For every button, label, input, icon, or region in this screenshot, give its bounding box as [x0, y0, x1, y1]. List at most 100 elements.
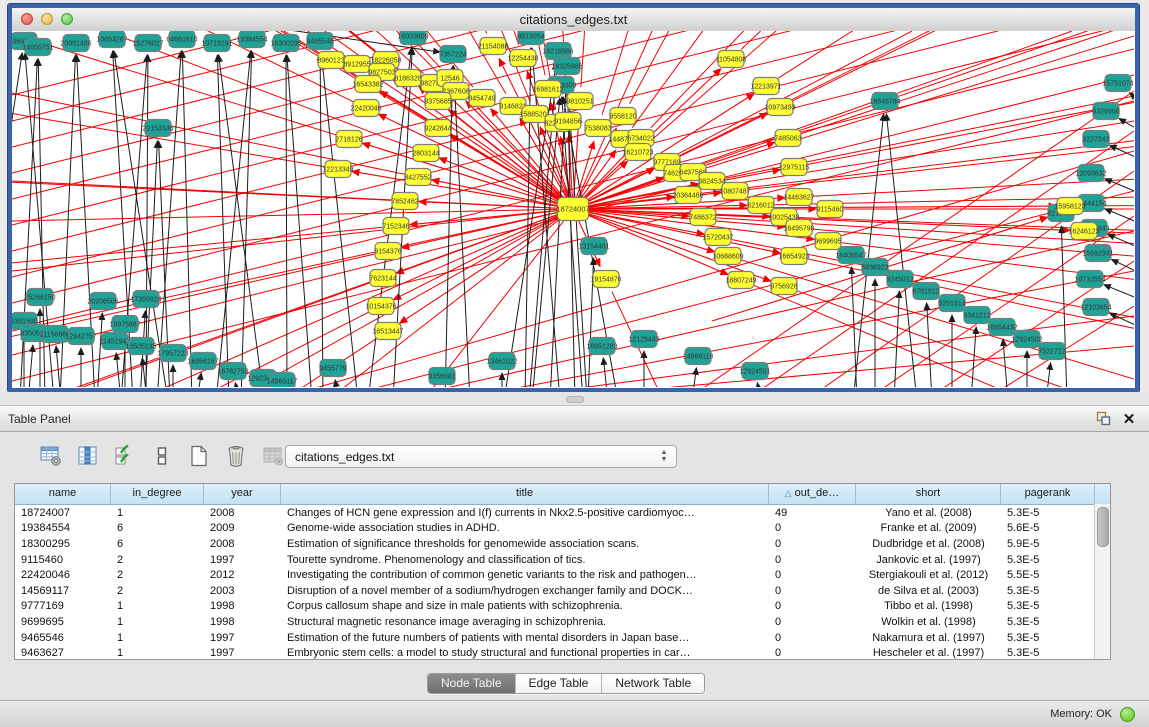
- graph-node[interactable]: 9341212: [963, 307, 990, 324]
- graph-node[interactable]: 15720437: [702, 229, 733, 246]
- graph-node[interactable]: 17359924: [130, 291, 161, 308]
- graph-node[interactable]: 14463627: [783, 189, 814, 206]
- graph-node[interactable]: 9699695: [814, 233, 841, 250]
- graph-node[interactable]: 14055751: [22, 39, 53, 56]
- graph-node[interactable]: 12942757: [65, 328, 96, 345]
- graph-node[interactable]: 19975887: [109, 316, 140, 333]
- graph-node[interactable]: 16513447: [372, 323, 403, 340]
- graph-node[interactable]: 18807249: [725, 272, 756, 289]
- graph-node[interactable]: 8186328: [394, 70, 421, 87]
- graph-node[interactable]: 64661610: [166, 31, 197, 48]
- graph-node[interactable]: 11054808: [716, 51, 747, 68]
- graph-node[interactable]: 12213971: [750, 78, 781, 95]
- table-settings-icon[interactable]: [38, 443, 64, 469]
- graph-node[interactable]: 12924501: [739, 363, 770, 380]
- graph-node[interactable]: 22420046: [350, 100, 381, 117]
- graph-node[interactable]: 8427552: [404, 169, 431, 186]
- graph-node[interactable]: 9245012: [886, 271, 913, 288]
- graph-node[interactable]: 8912955: [343, 56, 370, 73]
- graph-node[interactable]: 14569117: [267, 373, 298, 388]
- graph-node[interactable]: 12103654: [1080, 299, 1111, 316]
- graph-node[interactable]: 7852462: [391, 193, 418, 210]
- column-header-short[interactable]: short: [856, 484, 1001, 504]
- graph-node[interactable]: 7538083: [584, 120, 611, 137]
- graph-node[interactable]: 20153346: [142, 120, 173, 137]
- table-vertical-scrollbar[interactable]: [1094, 504, 1110, 659]
- graph-node[interactable]: 9242844: [424, 120, 451, 137]
- graph-node[interactable]: 16033809: [397, 31, 428, 45]
- graph-node[interactable]: 20364486: [672, 187, 703, 204]
- float-panel-icon[interactable]: [1093, 410, 1113, 428]
- graph-node[interactable]: 16951283: [586, 338, 617, 355]
- table-row[interactable]: 1456911722003Disruption of a novel membe…: [15, 583, 1110, 599]
- graph-node[interactable]: 9455779: [319, 360, 346, 377]
- tab-network-table[interactable]: Network Table: [601, 674, 704, 693]
- column-header-year[interactable]: year: [204, 484, 281, 504]
- graph-node[interactable]: 10154376: [365, 298, 396, 315]
- show-columns-icon[interactable]: [75, 443, 101, 469]
- graph-node[interactable]: 16246123: [1068, 223, 1099, 240]
- graph-node[interactable]: 18724007: [556, 198, 589, 221]
- column-header-in_degree[interactable]: in_degree: [111, 484, 204, 504]
- graph-node[interactable]: 9558120: [609, 108, 636, 125]
- graph-node[interactable]: 9329966: [1092, 103, 1119, 120]
- table-row[interactable]: 1830029562008Estimation of significance …: [15, 536, 1110, 552]
- graph-node[interactable]: 2718126: [335, 131, 362, 148]
- network-graph-canvas[interactable]: 2069141014055751208914061065328715276027…: [12, 31, 1135, 388]
- close-panel-icon[interactable]: ✕: [1119, 410, 1139, 428]
- column-header-name[interactable]: name: [15, 484, 111, 504]
- graph-node[interactable]: 13505135: [125, 338, 156, 355]
- graph-node[interactable]: 9375685: [424, 93, 451, 110]
- graph-node[interactable]: 14569118: [683, 348, 714, 365]
- split-pane-divider[interactable]: [0, 392, 1149, 405]
- graph-node[interactable]: 10688609: [712, 248, 743, 265]
- table-row[interactable]: 2242004622012Investigating the contribut…: [15, 567, 1110, 583]
- minimize-window-icon[interactable]: [41, 13, 53, 25]
- table-row[interactable]: 969969511998Structural magnetic resonanc…: [15, 614, 1110, 630]
- scrollbar-thumb[interactable]: [1097, 507, 1109, 547]
- graph-node[interactable]: 10973493: [764, 99, 795, 116]
- graph-node[interactable]: 12975115: [779, 159, 810, 176]
- zoom-window-icon[interactable]: [61, 13, 73, 25]
- tab-node-table[interactable]: Node Table: [428, 674, 515, 693]
- graph-node[interactable]: 18325986: [551, 58, 582, 75]
- graph-node[interactable]: 8960123: [317, 52, 344, 69]
- graph-node[interactable]: 16495798: [783, 220, 814, 237]
- graph-node[interactable]: 2803144: [412, 145, 439, 162]
- graph-node[interactable]: 15751074: [1102, 75, 1133, 92]
- graph-node[interactable]: 16954432: [986, 319, 1017, 336]
- graph-node[interactable]: 9291914: [938, 295, 965, 312]
- window-titlebar[interactable]: citations_edges.txt: [12, 8, 1135, 32]
- graph-node[interactable]: 15958123: [1054, 198, 1085, 215]
- graph-node[interactable]: 7486372: [689, 209, 716, 226]
- graph-node[interactable]: 10710554: [1074, 271, 1105, 288]
- graph-node[interactable]: 7522712: [1038, 343, 1065, 360]
- graph-node[interactable]: 16210723: [622, 144, 653, 161]
- graph-node[interactable]: 12924502: [1011, 331, 1042, 348]
- table-row[interactable]: 1938455462009Genome-wide association stu…: [15, 521, 1110, 537]
- graph-node[interactable]: 9356981: [428, 368, 455, 385]
- graph-node[interactable]: 17957223: [157, 345, 188, 362]
- table-row[interactable]: 946362711997Embryonic stem cells: a mode…: [15, 645, 1110, 660]
- table-selector-combobox[interactable]: citations_edges.txt ▲▼: [285, 445, 677, 468]
- splitter-grip-icon[interactable]: [566, 396, 584, 403]
- graph-node[interactable]: 12125443: [628, 331, 659, 348]
- graph-node[interactable]: 7485063: [774, 130, 801, 147]
- graph-node[interactable]: 9465546: [306, 33, 333, 50]
- graph-node[interactable]: 6216012: [747, 197, 774, 214]
- graph-node[interactable]: 8454749: [468, 90, 495, 107]
- graph-node[interactable]: 13154451: [578, 238, 609, 255]
- graph-node[interactable]: 5938923: [861, 259, 888, 276]
- close-window-icon[interactable]: [21, 13, 33, 25]
- graph-node[interactable]: 19384554: [236, 31, 267, 48]
- graph-node[interactable]: 10719191: [201, 35, 232, 52]
- graph-node[interactable]: 15276027: [132, 35, 163, 52]
- graph-node[interactable]: 8813054: [517, 31, 544, 45]
- graph-node[interactable]: 16543382: [352, 76, 383, 93]
- select-rows-icon[interactable]: [112, 443, 138, 469]
- graph-node[interactable]: 15692931: [1082, 245, 1113, 262]
- table-row[interactable]: 946554611997Estimation of the future num…: [15, 630, 1110, 646]
- delete-rows-trash-icon[interactable]: [223, 443, 249, 469]
- graph-node[interactable]: 12254438: [507, 50, 538, 67]
- graph-node[interactable]: 9154376: [374, 243, 401, 260]
